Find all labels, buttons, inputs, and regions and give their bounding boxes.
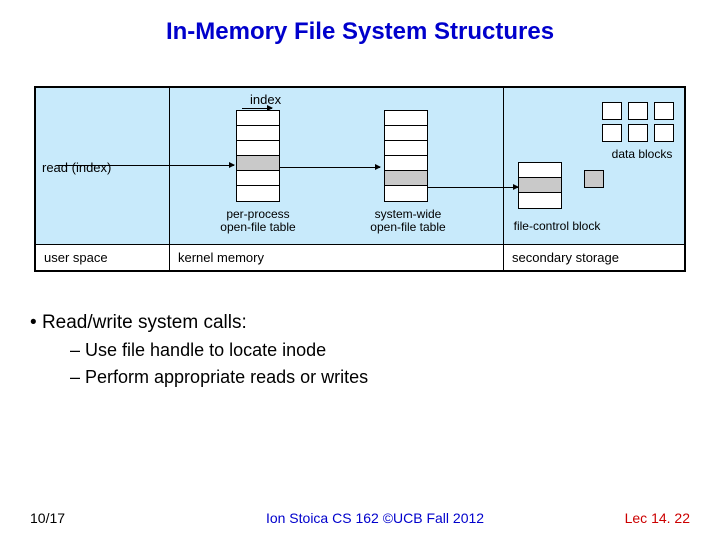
index-arrow xyxy=(242,108,272,109)
region-labels: user space kernel memory secondary stora… xyxy=(36,244,684,270)
diagram-body: read (index) index per-processopen-file … xyxy=(36,88,684,244)
arrow-read-to-pp xyxy=(56,165,234,166)
data-blocks-grid xyxy=(602,102,674,142)
per-process-caption: per-processopen-file table xyxy=(206,208,310,234)
highlighted-data-block xyxy=(584,170,604,188)
fcb-caption: file-control block xyxy=(502,220,612,233)
bullet-sub-1: – Use file handle to locate inode xyxy=(70,340,720,361)
bullet-main: • Read/write system calls: xyxy=(30,312,720,334)
bullet-list: • Read/write system calls: – Use file ha… xyxy=(30,312,720,388)
region-kernel: kernel memory xyxy=(170,245,504,270)
region-user: user space xyxy=(36,245,170,270)
diagram: read (index) index per-processopen-file … xyxy=(34,86,686,272)
bullet-sub-2: – Perform appropriate reads or writes xyxy=(70,367,720,388)
user-space-column: read (index) xyxy=(36,88,170,244)
slide-title: In-Memory File System Structures xyxy=(0,0,720,46)
system-wide-caption: system-wideopen-file table xyxy=(356,208,460,234)
data-blocks-caption: data blocks xyxy=(598,148,686,161)
read-call-label: read (index) xyxy=(42,160,111,175)
system-wide-table xyxy=(384,110,428,202)
kernel-memory-column: index per-processopen-file table system-… xyxy=(170,88,504,244)
region-storage: secondary storage xyxy=(504,245,684,270)
footer-lecture: Lec 14. 22 xyxy=(600,510,690,526)
footer: 10/17 Ion Stoica CS 162 ©UCB Fall 2012 L… xyxy=(0,510,720,526)
per-process-table xyxy=(236,110,280,202)
index-label: index xyxy=(250,92,281,107)
footer-course: Ion Stoica CS 162 ©UCB Fall 2012 xyxy=(150,510,600,526)
arrow-pp-to-sw xyxy=(280,167,380,168)
secondary-storage-column: data blocks file-control block xyxy=(504,88,684,244)
footer-date: 10/17 xyxy=(30,510,150,526)
file-control-block xyxy=(518,162,562,209)
